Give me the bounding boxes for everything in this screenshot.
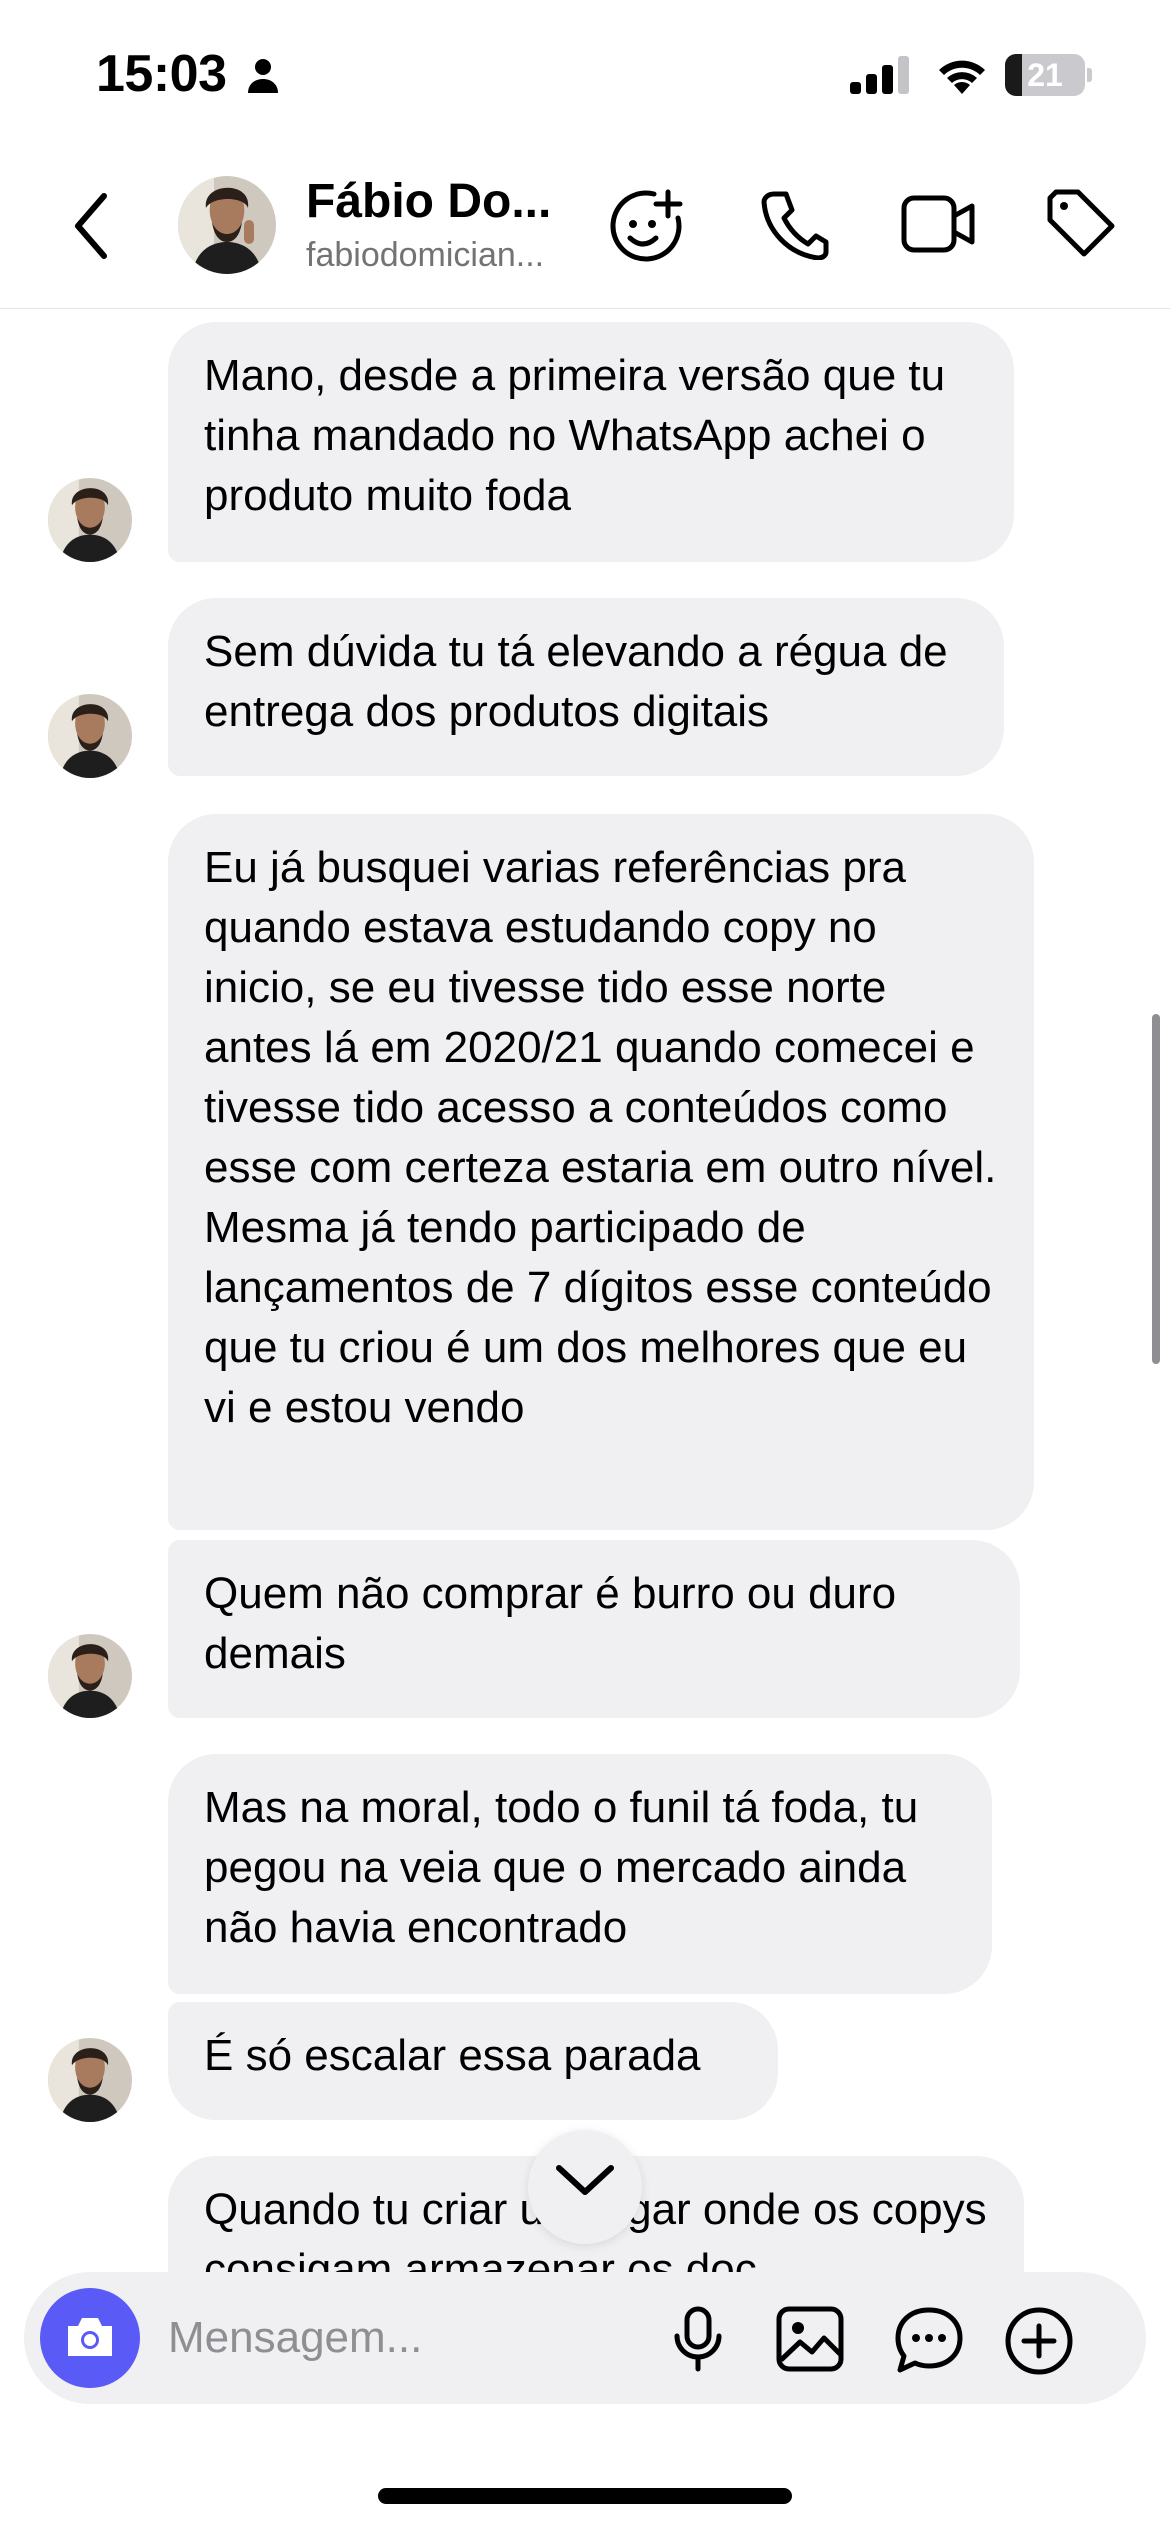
add-sticker-face-icon[interactable] (608, 188, 684, 269)
cellular-signal-icon (850, 56, 910, 99)
battery-level: 21 (1027, 57, 1063, 93)
camera-button[interactable] (40, 2288, 140, 2388)
contact-name[interactable]: Fábio Do... (306, 174, 551, 229)
message-thread[interactable]: Mano, desde a primeira versão que tu tin… (0, 308, 1170, 2272)
scrollbar[interactable] (1152, 1014, 1160, 1364)
person-icon (246, 58, 280, 99)
message-bubble[interactable]: Mas na moral, todo o funil tá foda, tu p… (168, 1754, 992, 1994)
avatar[interactable] (48, 2038, 132, 2122)
gallery-icon[interactable] (776, 2306, 844, 2377)
message-bubble[interactable]: É só escalar essa parada (168, 2002, 778, 2120)
chat-header: Fábio Do... fabiodomician... (0, 150, 1170, 309)
battery-indicator: 21 (1005, 54, 1092, 96)
microphone-icon[interactable] (672, 2306, 724, 2377)
message-bubble[interactable]: Eu já busquei varias referências pra qua… (168, 814, 1034, 1530)
tag-icon[interactable] (1044, 188, 1116, 265)
add-circle-icon[interactable] (1004, 2306, 1074, 2381)
contact-username[interactable]: fabiodomician... (306, 236, 544, 275)
chat-bubble-icon[interactable] (894, 2306, 964, 2379)
avatar[interactable] (178, 176, 276, 274)
status-bar: 15:03 21 (0, 0, 1170, 150)
scroll-to-bottom-button[interactable] (528, 2130, 642, 2244)
message-bubble[interactable]: Quem não comprar é burro ou duro demais (168, 1540, 1020, 1718)
message-input[interactable] (168, 2302, 648, 2374)
avatar[interactable] (48, 478, 132, 562)
status-time: 15:03 (96, 45, 227, 103)
back-chevron-icon[interactable] (70, 190, 110, 267)
message-bubble[interactable]: Mano, desde a primeira versão que tu tin… (168, 322, 1014, 562)
video-camera-icon[interactable] (900, 188, 976, 265)
phone-icon[interactable] (760, 188, 830, 265)
wifi-icon (935, 54, 989, 99)
avatar[interactable] (48, 694, 132, 778)
message-bubble[interactable]: Sem dúvida tu tá elevando a régua de ent… (168, 598, 1004, 776)
avatar[interactable] (48, 1634, 132, 1718)
message-composer (24, 2272, 1146, 2404)
home-indicator[interactable] (378, 2488, 792, 2504)
